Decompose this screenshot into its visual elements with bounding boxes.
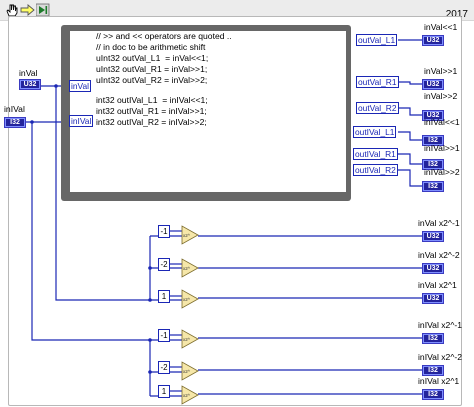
indicator-label: inIVal x2^-1	[418, 320, 462, 330]
output-indicator[interactable]: I32	[422, 181, 444, 192]
formula-input-terminal[interactable]: inVal	[69, 80, 92, 92]
inval-control-label: inVal	[19, 68, 38, 78]
formula-output-terminal[interactable]: outIVal_L1	[353, 126, 397, 138]
output-indicator[interactable]: U32	[422, 263, 444, 274]
output-indicator[interactable]: U32	[422, 79, 444, 90]
indicator-label: inVal x2^-2	[418, 250, 460, 260]
wire-junction	[30, 120, 34, 124]
scale-node-label: x2^	[183, 297, 191, 302]
formula-code-line: uInt32 outVal_L1 = inVal<<1;	[96, 53, 209, 63]
scale-node-label: x2^	[183, 369, 191, 374]
indicator-label: inIVal x2^1	[418, 376, 460, 386]
formula-output-terminal[interactable]: outIVal_R1	[353, 148, 398, 160]
shift-constant[interactable]: -1	[158, 329, 170, 342]
wire	[398, 169, 422, 187]
wire-junction	[148, 370, 152, 374]
scale-node-label: x2^	[183, 393, 191, 398]
indicator-label: inVal<<1	[424, 22, 458, 32]
formula-code-line: // in doc to be arithmetic shift	[96, 42, 206, 52]
scale-node-label: x2^	[183, 266, 191, 271]
formula-output-terminal[interactable]: outVal_L1	[356, 34, 398, 46]
indicator-label: inIVal>>1	[424, 143, 460, 153]
formula-code-line: uInt32 outVal_R1 = inVal>>1;	[96, 64, 208, 74]
scale-node-label: x2^	[183, 337, 191, 342]
wire	[398, 81, 422, 85]
wire-junction	[148, 298, 152, 302]
formula-input-terminal[interactable]: inIVal	[69, 115, 94, 127]
output-indicator[interactable]: I32	[422, 389, 444, 400]
formula-code-line: int32 outIVal_R1 = inIVal>>1;	[96, 106, 207, 116]
wire-junction	[148, 338, 152, 342]
shift-constant[interactable]: -2	[158, 361, 170, 374]
formula-output-terminal[interactable]: outIVal_R2	[353, 164, 398, 176]
indicator-label: inIVal x2^-2	[418, 352, 462, 362]
indicator-label: inIVal<<1	[424, 117, 460, 127]
output-indicator[interactable]: U32	[422, 293, 444, 304]
scale-node-label: x2^	[183, 233, 191, 238]
formula-code-line: int32 outIVal_L1 = inIVal<<1;	[96, 95, 208, 105]
inival-control[interactable]: I32	[4, 117, 26, 128]
shift-constant[interactable]: -2	[158, 258, 170, 271]
indicator-label: inVal>>1	[424, 66, 458, 76]
shift-constant[interactable]: 1	[158, 290, 170, 303]
wire	[398, 107, 422, 116]
formula-code-line: int32 outIVal_R2 = inIVal>>2;	[96, 117, 207, 127]
inival-control-label: inIVal	[4, 104, 25, 114]
indicator-label: inVal x2^1	[418, 280, 457, 290]
indicator-label: inVal>>2	[424, 91, 458, 101]
wire	[398, 153, 422, 165]
wire-junction	[54, 84, 58, 88]
wire	[398, 131, 422, 141]
output-indicator[interactable]: I32	[422, 333, 444, 344]
formula-code-line: uInt32 outVal_R2 = inVal>>2;	[96, 75, 208, 85]
shift-constant[interactable]: -1	[158, 225, 170, 238]
output-indicator[interactable]: U32	[422, 35, 444, 46]
formula-output-terminal[interactable]: outVal_R2	[356, 102, 399, 114]
inval-control[interactable]: U32	[19, 79, 41, 90]
formula-output-terminal[interactable]: outVal_R1	[356, 76, 399, 88]
indicator-label: inVal x2^-1	[418, 218, 460, 228]
output-indicator[interactable]: U32	[422, 231, 444, 242]
shift-constant[interactable]: 1	[158, 385, 170, 398]
indicator-label: inIVal>>2	[424, 167, 460, 177]
formula-code-line: // >> and << operators are quoted ..	[96, 31, 232, 41]
wire-junction	[148, 266, 152, 270]
output-indicator[interactable]: I32	[422, 365, 444, 376]
